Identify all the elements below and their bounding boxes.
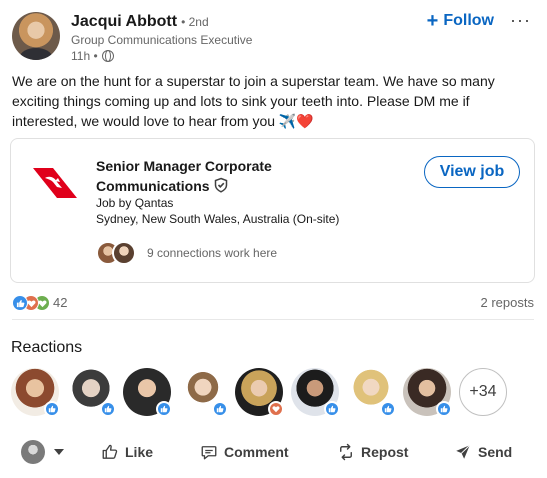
send-label: Send	[478, 444, 513, 460]
view-job-button[interactable]: View job	[424, 156, 520, 188]
reaction-icons[interactable]	[12, 295, 52, 311]
author-name-row: Jacqui Abbott • 2nd	[71, 13, 209, 31]
like-badge-icon	[324, 401, 340, 417]
repost-icon	[340, 443, 352, 461]
globe-icon	[101, 50, 114, 62]
repost-label: Repost	[361, 444, 409, 460]
plus-icon: +	[426, 10, 439, 32]
reposts-count[interactable]: 2 reposts	[481, 295, 534, 310]
job-title-text: Senior Manager Corporate Communications	[96, 158, 272, 194]
author-name[interactable]: Jacqui Abbott	[71, 13, 177, 31]
divider	[12, 319, 534, 320]
verified-shield-icon	[215, 177, 228, 193]
social-counts: 42 2 reposts	[12, 294, 534, 312]
post-time: 11h •	[71, 49, 98, 63]
reaction-count[interactable]: 42	[53, 295, 67, 310]
author-avatar[interactable]	[12, 12, 60, 60]
like-button[interactable]: Like	[101, 436, 153, 468]
author-headline: Group Communications Executive	[71, 33, 253, 47]
connections-text[interactable]: 9 connections work here	[147, 246, 277, 260]
job-location: Sydney, New South Wales, Australia (On-s…	[96, 212, 340, 226]
job-card[interactable]: Senior Manager Corporate Communications …	[10, 138, 535, 283]
comment-button[interactable]: Comment	[200, 436, 289, 468]
more-options-button[interactable]: ···	[510, 10, 531, 31]
comment-label: Comment	[224, 444, 289, 460]
chevron-down-icon[interactable]	[54, 449, 64, 455]
reactions-heading: Reactions	[11, 339, 83, 356]
connection-avatars	[96, 241, 142, 265]
like-badge-icon	[380, 401, 396, 417]
connection-avatar	[112, 241, 136, 265]
action-bar: Like Comment Repost Send	[12, 436, 534, 468]
reactor-avatar[interactable]	[235, 368, 284, 417]
follow-label: Follow	[443, 12, 494, 29]
like-badge-icon	[212, 401, 228, 417]
post-text: We are on the hunt for a superstar to jo…	[12, 73, 495, 129]
reactor-avatar[interactable]	[123, 368, 172, 417]
like-label: Like	[125, 444, 154, 460]
like-badge-icon	[44, 401, 60, 417]
post-header: Jacqui Abbott • 2nd Group Communications…	[12, 10, 535, 64]
like-badge-icon	[436, 401, 452, 417]
comment-icon	[201, 446, 217, 460]
send-icon	[456, 444, 471, 459]
reactor-avatar[interactable]	[291, 368, 340, 417]
thumbs-up-icon	[102, 444, 118, 459]
more-reactors-button[interactable]: +34	[459, 368, 507, 416]
like-reaction-icon	[12, 295, 28, 311]
job-company: Job by Qantas	[96, 196, 174, 210]
qantas-logo-icon	[33, 168, 77, 198]
actor-avatar[interactable]	[21, 440, 45, 464]
post-meta: 11h •	[71, 49, 114, 63]
connection-degree: • 2nd	[181, 15, 209, 29]
like-badge-icon	[100, 401, 116, 417]
repost-button[interactable]: Repost	[337, 436, 408, 468]
like-badge-icon	[156, 401, 172, 417]
love-badge-icon	[268, 401, 284, 417]
reactor-avatar[interactable]	[67, 368, 116, 417]
reactor-avatar[interactable]	[403, 368, 452, 417]
reactor-avatar[interactable]	[11, 368, 60, 417]
reactor-avatar[interactable]	[179, 368, 228, 417]
follow-button[interactable]: + Follow	[426, 10, 494, 32]
job-title[interactable]: Senior Manager Corporate Communications	[96, 156, 316, 196]
reactor-avatar[interactable]	[347, 368, 396, 417]
send-button[interactable]: Send	[454, 436, 512, 468]
